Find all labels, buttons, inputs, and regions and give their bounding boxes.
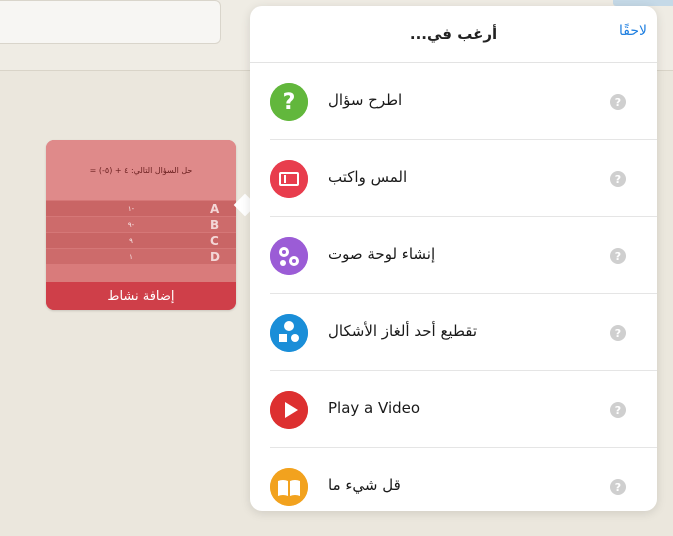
menu-item-label: إنشاء لوحة صوت — [328, 245, 436, 263]
search-field[interactable] — [0, 0, 221, 44]
menu-item-touch-write[interactable]: المس واكتب ? — [250, 140, 657, 217]
answer-row: ٩- B — [46, 216, 236, 232]
menu-item-ask-question[interactable]: ? اطرح سؤال ? — [250, 63, 657, 140]
menu-item-label: Play a Video — [328, 399, 421, 417]
answer-row: ١ D — [46, 248, 236, 264]
activity-card[interactable]: حل السؤال التالي: ٤ + (٥-) = ١- A ٩- B ٩… — [46, 140, 236, 310]
answer-letter: D — [210, 249, 220, 264]
answer-row: ١- A — [46, 200, 236, 216]
menu-item-say-something[interactable]: قل شيء ما ? — [250, 448, 657, 511]
shapes-icon — [270, 314, 308, 352]
activity-picker-popover: أرغب في... لاحقًا ? اطرح سؤال ? المس واك… — [250, 6, 657, 511]
answer-value: ٩ — [129, 236, 133, 245]
menu-item-label: تقطيع أحد ألغاز الأشكال — [328, 322, 478, 340]
book-icon — [270, 468, 308, 506]
menu-item-sound-board[interactable]: إنشاء لوحة صوت ? — [250, 217, 657, 294]
popover-title: أرغب في... — [409, 25, 498, 43]
help-icon[interactable]: ? — [610, 479, 626, 495]
answer-row: ٩ C — [46, 232, 236, 248]
later-button[interactable]: لاحقًا — [619, 23, 647, 39]
answer-value: ١ — [129, 252, 133, 261]
answer-letter: B — [210, 217, 220, 232]
answer-letter: C — [210, 233, 219, 248]
answer-letter: A — [210, 201, 220, 216]
answer-value: ٩- — [127, 220, 135, 229]
help-icon[interactable]: ? — [610, 325, 626, 341]
menu-item-label: قل شيء ما — [328, 476, 401, 494]
card-question: حل السؤال التالي: ٤ + (٥-) = — [46, 140, 236, 200]
touch-write-icon — [270, 160, 308, 198]
question-icon: ? — [270, 83, 308, 121]
sound-board-icon — [270, 237, 308, 275]
menu-item-label: اطرح سؤال — [328, 91, 403, 109]
play-icon — [270, 391, 308, 429]
popover-header: أرغب في... لاحقًا — [250, 6, 657, 63]
help-icon[interactable]: ? — [610, 94, 626, 110]
menu-item-shape-puzzle[interactable]: تقطيع أحد ألغاز الأشكال ? — [250, 294, 657, 371]
add-activity-button[interactable]: إضافة نشاط — [46, 282, 236, 310]
help-icon[interactable]: ? — [610, 248, 626, 264]
svg-text:?: ? — [283, 90, 296, 115]
answer-value: ١- — [127, 204, 135, 213]
help-icon[interactable]: ? — [610, 171, 626, 187]
menu-item-play-video[interactable]: Play a Video ? — [250, 371, 657, 448]
menu-item-label: المس واكتب — [328, 168, 408, 186]
help-icon[interactable]: ? — [610, 402, 626, 418]
